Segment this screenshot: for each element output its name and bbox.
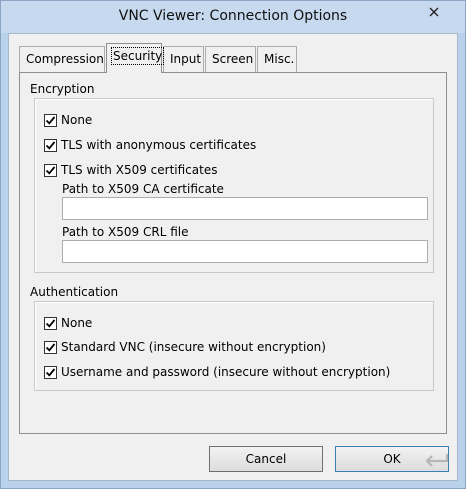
- tab-label: Misc.: [264, 52, 295, 66]
- check-icon: [45, 115, 56, 125]
- auth-none-checkbox[interactable]: [44, 316, 57, 330]
- tab-label: Security: [110, 47, 165, 65]
- tab-screen[interactable]: Screen: [205, 46, 256, 72]
- tls-anonymous-label: TLS with anonymous certificates: [61, 138, 257, 152]
- check-icon: [45, 318, 56, 328]
- title-bar[interactable]: VNC Viewer: Connection Options: [1, 1, 465, 33]
- tab-label: Screen: [212, 52, 254, 66]
- close-icon: [429, 7, 439, 17]
- tls-x509-checkbox[interactable]: [44, 163, 57, 177]
- standard-vnc-checkbox[interactable]: [44, 340, 57, 354]
- check-icon: [45, 140, 56, 150]
- crl-file-input[interactable]: [62, 240, 428, 263]
- username-password-option[interactable]: Username and password (insecure without …: [44, 365, 390, 379]
- encryption-none-checkbox[interactable]: [44, 113, 57, 127]
- tab-label: Input: [170, 52, 202, 66]
- return-arrow-icon: [425, 454, 449, 467]
- encryption-group-title: Encryption: [30, 82, 95, 96]
- auth-none-option[interactable]: None: [44, 316, 92, 330]
- tab-input[interactable]: Input: [163, 46, 204, 72]
- encryption-none-option[interactable]: None: [44, 113, 92, 127]
- username-password-label: Username and password (insecure without …: [61, 365, 391, 379]
- tab-security[interactable]: Security: [106, 43, 165, 73]
- close-button[interactable]: [411, 2, 457, 22]
- check-icon: [45, 367, 56, 377]
- tls-anonymous-checkbox[interactable]: [44, 138, 57, 152]
- username-password-checkbox[interactable]: [44, 365, 57, 379]
- check-icon: [45, 342, 56, 352]
- encryption-none-label: None: [61, 113, 93, 127]
- tab-misc[interactable]: Misc.: [257, 46, 297, 72]
- auth-none-label: None: [61, 316, 93, 330]
- tab-compression[interactable]: Compression: [19, 46, 105, 72]
- standard-vnc-option[interactable]: Standard VNC (insecure without encryptio…: [44, 340, 326, 354]
- tls-x509-option[interactable]: TLS with X509 certificates: [44, 163, 217, 177]
- cancel-button[interactable]: Cancel: [209, 446, 323, 472]
- tls-anonymous-option[interactable]: TLS with anonymous certificates: [44, 138, 256, 152]
- ca-certificate-input[interactable]: [62, 197, 428, 220]
- security-tab-panel: Encryption None TLS with anonymous certi…: [19, 72, 447, 434]
- tls-x509-label: TLS with X509 certificates: [61, 163, 218, 177]
- ca-certificate-label: Path to X509 CA certificate: [62, 182, 224, 196]
- check-icon: [45, 165, 56, 175]
- standard-vnc-label: Standard VNC (insecure without encryptio…: [61, 340, 326, 354]
- crl-file-label: Path to X509 CRL file: [62, 225, 189, 239]
- authentication-group-title: Authentication: [30, 285, 119, 299]
- client-area: Compression Security Input Screen Misc. …: [8, 33, 458, 481]
- dialog-window: VNC Viewer: Connection Options Compressi…: [0, 0, 466, 489]
- window-title: VNC Viewer: Connection Options: [118, 8, 348, 24]
- tab-label: Compression: [26, 52, 104, 66]
